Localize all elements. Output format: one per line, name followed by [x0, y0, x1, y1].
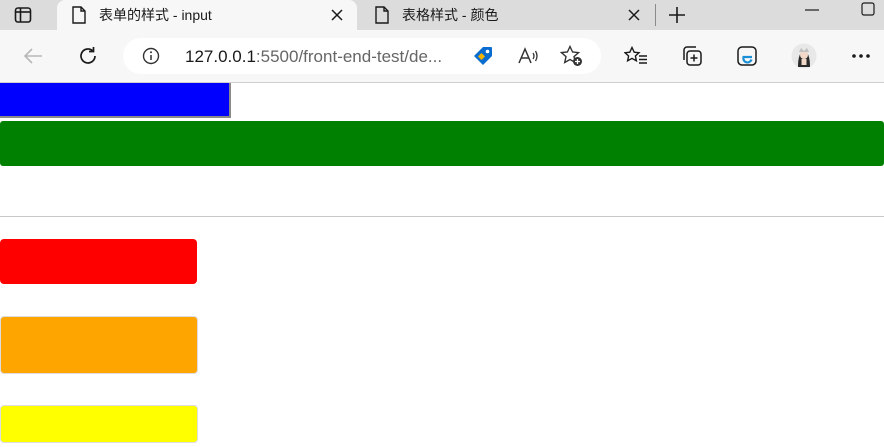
tab-active[interactable]: 表单的样式 - input [57, 0, 357, 30]
red-input[interactable] [0, 239, 197, 284]
tab-separator [655, 4, 656, 26]
maximize-icon[interactable] [856, 0, 880, 18]
info-icon[interactable] [141, 46, 161, 66]
read-aloud-icon[interactable] [516, 44, 540, 68]
yellow-input[interactable] [0, 405, 198, 443]
url-text: 127.0.0.1:5500/front-end-test/de... [185, 47, 442, 67]
tab-actions-icon[interactable] [8, 4, 38, 26]
collections-icon[interactable] [678, 42, 706, 70]
url-path: :5500/front-end-test/de... [255, 47, 443, 66]
page-content [0, 83, 884, 447]
close-icon[interactable] [327, 5, 347, 25]
horizontal-rule [0, 216, 884, 217]
tab-strip: 表单的样式 - input 表格样式 - 颜色 [0, 0, 884, 30]
star-add-icon[interactable] [560, 44, 584, 68]
favorites-icon[interactable] [622, 42, 650, 70]
ie-mode-icon[interactable] [733, 42, 761, 70]
address-bar[interactable]: 127.0.0.1:5500/front-end-test/de... [123, 38, 601, 74]
more-icon[interactable] [847, 42, 875, 70]
blue-input[interactable] [0, 83, 231, 118]
avatar[interactable] [790, 42, 818, 70]
plus-icon[interactable] [665, 3, 689, 27]
tab-title: 表单的样式 - input [99, 7, 212, 23]
tag-icon[interactable] [471, 44, 495, 68]
minimize-icon[interactable] [800, 2, 824, 18]
back-arrow-icon[interactable] [19, 42, 47, 70]
refresh-icon[interactable] [74, 42, 102, 70]
tab-title: 表格样式 - 颜色 [402, 7, 499, 23]
page-icon [71, 6, 87, 24]
url-host: 127.0.0.1 [185, 47, 256, 66]
close-icon[interactable] [624, 5, 644, 25]
page-icon [374, 6, 390, 24]
tab-inactive[interactable]: 表格样式 - 颜色 [360, 0, 654, 30]
browser-toolbar: 127.0.0.1:5500/front-end-test/de... [0, 30, 884, 83]
green-input[interactable] [0, 121, 884, 166]
orange-input[interactable] [0, 316, 198, 374]
